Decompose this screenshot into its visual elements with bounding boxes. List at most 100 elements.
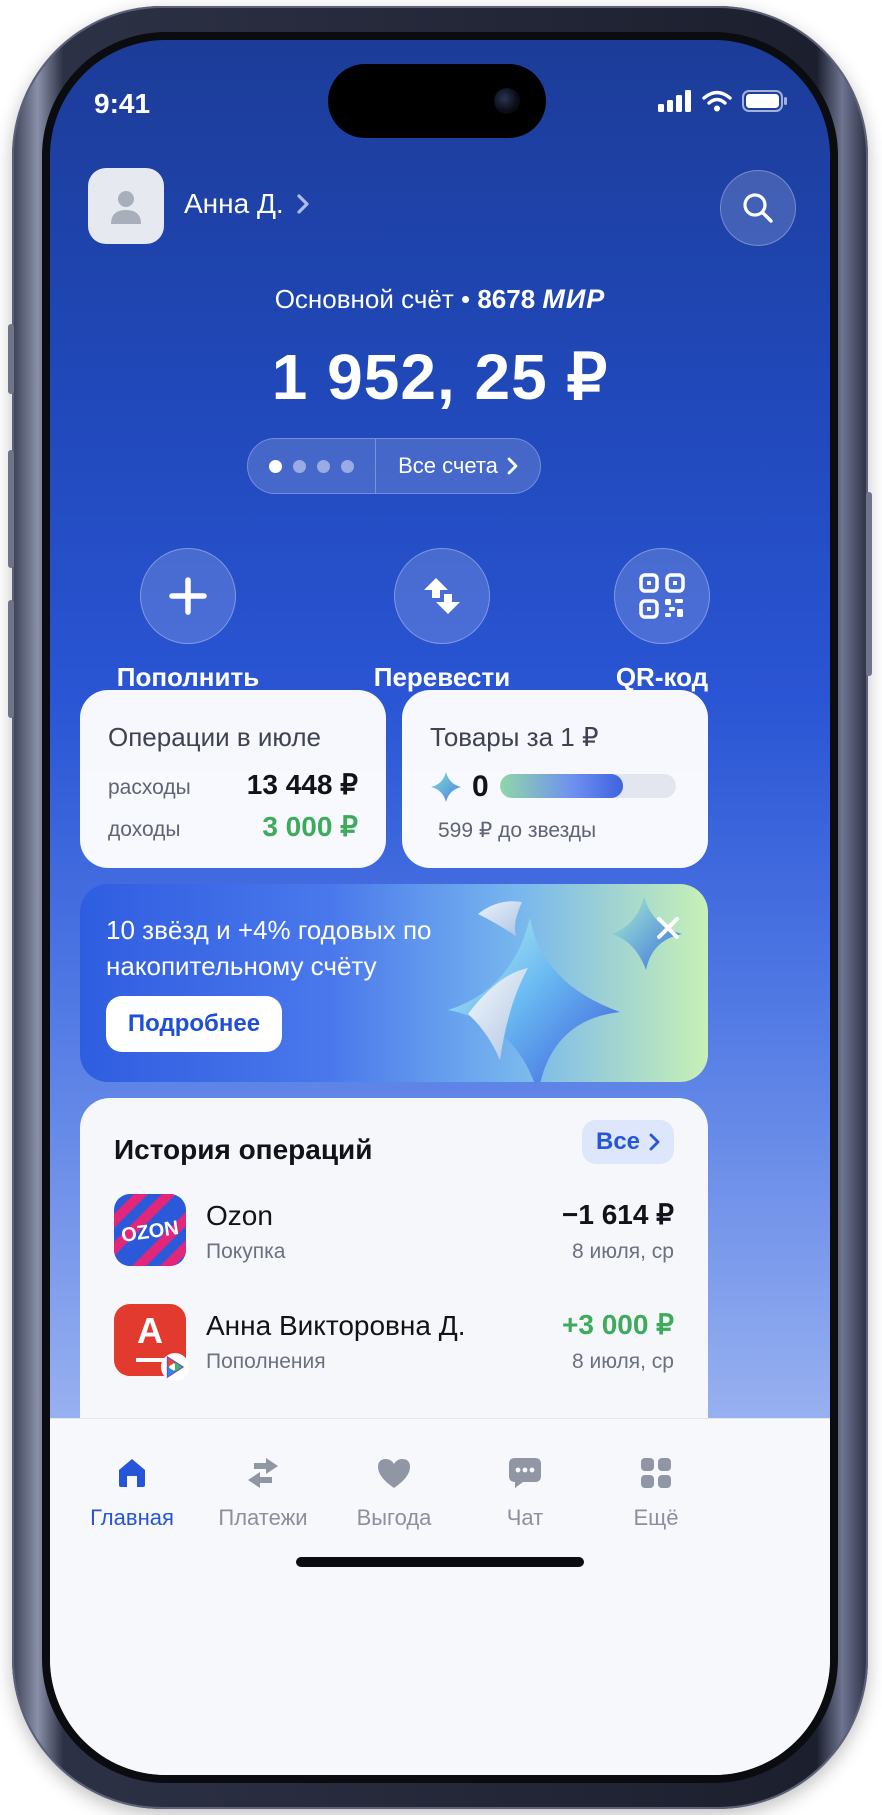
income-value: 3 000 ₽ xyxy=(262,811,358,842)
ozon-logo: OZON xyxy=(114,1194,186,1266)
transfer-button[interactable] xyxy=(394,548,490,644)
operations-card[interactable]: Операции в июле расходы 13 448 ₽ доходы … xyxy=(80,690,386,868)
mir-logo: МИР xyxy=(542,284,606,314)
tab-benefits[interactable]: Выгода xyxy=(334,1455,454,1531)
volume-down-button xyxy=(8,600,14,718)
qr-button[interactable] xyxy=(614,548,710,644)
goods-title: Товары за 1 ₽ xyxy=(430,722,599,752)
qr-code-icon xyxy=(639,573,685,619)
transaction-row[interactable]: А Анна Викторовна Д. Пополнения +3 000 ₽… xyxy=(114,1304,674,1381)
volume-up-button xyxy=(8,450,14,568)
chevron-right-icon xyxy=(507,457,518,475)
history-all-button[interactable]: Все xyxy=(582,1120,674,1164)
wifi-icon xyxy=(702,90,732,112)
separator: • xyxy=(460,284,471,314)
topup-action[interactable]: Пополнить xyxy=(88,548,288,693)
sbp-badge-icon xyxy=(161,1353,189,1381)
user-icon xyxy=(111,191,141,224)
tab-payments[interactable]: Платежи xyxy=(203,1455,323,1531)
transaction-category: Пополнения xyxy=(206,1350,326,1373)
tab-chat[interactable]: Чат xyxy=(465,1455,585,1531)
promo-banner[interactable]: 10 звёзд и +4% годовых по накопительному… xyxy=(80,884,708,1082)
search-button[interactable] xyxy=(720,170,796,246)
ozon-logo-graphic: OZON xyxy=(114,1194,186,1266)
profile-link[interactable]: Анна Д. xyxy=(184,188,310,220)
account-label: Основной счёт xyxy=(274,284,454,314)
qr-action[interactable]: QR-код xyxy=(562,548,762,693)
transfer-arrows-icon xyxy=(424,578,460,614)
tab-benefits-label: Выгода xyxy=(356,1505,432,1530)
home-icon xyxy=(119,1459,145,1487)
stars-row: 0 xyxy=(430,770,489,804)
all-accounts-label: Все счета xyxy=(398,453,498,478)
history-title: История операций xyxy=(114,1134,373,1165)
transaction-title: Ozon xyxy=(206,1200,273,1231)
tab-bar: Главная Платежи Выгода Чат Ещё xyxy=(50,1418,830,1775)
income-row: доходы 3 000 ₽ xyxy=(108,810,358,843)
balance: 1 952, 25 ₽ xyxy=(271,341,609,413)
promo-close-button[interactable] xyxy=(648,908,688,948)
alfa-logo-letter: А xyxy=(137,1310,163,1351)
topup-button[interactable] xyxy=(140,548,236,644)
camera-icon xyxy=(494,88,520,114)
chat-icon xyxy=(509,1458,541,1488)
status-time: 9:41 xyxy=(94,88,151,119)
tab-chat-label: Чат xyxy=(506,1505,544,1530)
tab-payments-label: Платежи xyxy=(218,1505,308,1530)
history-all-label: Все xyxy=(595,1128,641,1155)
card-last-digits: 8678 xyxy=(477,284,536,314)
expenses-row: расходы 13 448 ₽ xyxy=(108,768,358,801)
history-section: История операций Все OZON Ozon Покупка −… xyxy=(80,1098,708,1418)
chevron-right-icon xyxy=(649,1133,660,1151)
transaction-date: 8 июля, ср xyxy=(571,1240,674,1263)
search-icon xyxy=(743,193,773,223)
avatar[interactable] xyxy=(88,168,164,244)
grid-icon xyxy=(641,1458,671,1488)
dynamic-island xyxy=(328,64,546,138)
tab-more[interactable]: Ещё xyxy=(596,1455,716,1531)
pager-dot xyxy=(317,459,330,473)
phone-frame: 9:41 Анна Д. Основной счёт • 8678 МИР 1 … xyxy=(8,6,872,1809)
stars-progress-bar xyxy=(500,774,676,798)
close-icon xyxy=(657,917,679,939)
power-button xyxy=(866,492,872,676)
tab-more-label: Ещё xyxy=(633,1505,679,1530)
accounts-switcher[interactable]: Все счета xyxy=(247,438,541,494)
pager-dot-active xyxy=(269,459,282,473)
transaction-category: Покупка xyxy=(206,1240,286,1263)
transaction-date: 8 июля, ср xyxy=(571,1350,674,1373)
transaction-amount: +3 000 ₽ xyxy=(561,1309,674,1340)
heart-icon xyxy=(378,1459,410,1488)
pager-dot xyxy=(293,459,306,473)
user-name: Анна Д. xyxy=(184,188,284,219)
tab-home-label: Главная xyxy=(90,1505,174,1530)
chevron-right-icon xyxy=(297,194,309,214)
star-icon xyxy=(431,772,461,802)
pager-dot xyxy=(341,459,354,473)
plus-icon xyxy=(169,577,207,615)
home-indicator[interactable] xyxy=(296,1557,584,1567)
all-accounts-button[interactable]: Все счета xyxy=(376,453,540,479)
payments-arrows-icon xyxy=(248,1458,278,1488)
qr-label: QR-код xyxy=(615,662,709,692)
promo-more-button[interactable]: Подробнее xyxy=(106,996,282,1052)
promo-text: 10 звёзд и +4% годовых по накопительному… xyxy=(106,915,432,981)
expenses-value: 13 448 ₽ xyxy=(246,769,358,800)
income-label: доходы xyxy=(108,818,181,841)
transaction-title: Анна Викторовна Д. xyxy=(206,1310,466,1341)
goods-card[interactable]: Товары за 1 ₽ 0 599 ₽ до звезды xyxy=(402,690,708,868)
stars-count: 0 xyxy=(472,770,489,803)
transaction-amount: −1 614 ₽ xyxy=(561,1199,674,1230)
expenses-label: расходы xyxy=(108,776,191,799)
battery-icon xyxy=(742,90,787,112)
action-button xyxy=(8,324,14,394)
account-line[interactable]: Основной счёт • 8678 МИР xyxy=(50,284,830,315)
account-pager[interactable] xyxy=(248,439,376,493)
status-icons xyxy=(658,90,788,112)
transaction-row[interactable]: OZON Ozon Покупка −1 614 ₽ 8 июля, ср xyxy=(114,1194,674,1268)
app-screen: 9:41 Анна Д. Основной счёт • 8678 МИР 1 … xyxy=(50,40,830,1775)
tab-home[interactable]: Главная xyxy=(72,1455,192,1531)
operations-title: Операции в июле xyxy=(108,722,321,752)
cellular-signal-icon xyxy=(658,90,691,112)
transfer-action[interactable]: Перевести xyxy=(342,548,542,693)
